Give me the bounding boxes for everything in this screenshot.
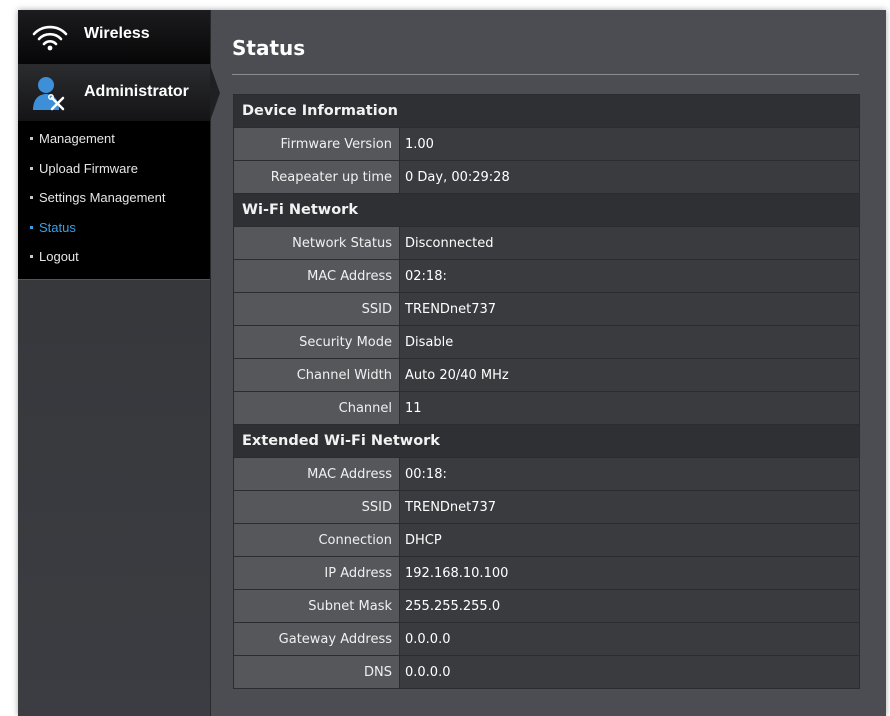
bullet: [30, 255, 33, 259]
nav-administrator-label: Administrator: [84, 83, 189, 100]
row-label: Reapeater up time: [233, 160, 400, 194]
table-row: MAC Address 00:18:: [233, 457, 860, 491]
row-value: Auto 20/40 MHz: [399, 358, 860, 392]
section-title: Wi-Fi Network: [233, 193, 860, 227]
bullet: [30, 225, 33, 229]
row-label: Firmware Version: [233, 127, 400, 161]
row-label: MAC Address: [233, 259, 400, 293]
row-value: DHCP: [399, 523, 860, 557]
row-value: 0.0.0.0: [399, 655, 860, 689]
row-label: Connection: [233, 523, 400, 557]
row-value: 02:18:: [399, 259, 860, 293]
bullet: [30, 166, 33, 170]
bullet: [30, 196, 33, 200]
row-value: Disable: [399, 325, 860, 359]
table-row: Connection DHCP: [233, 523, 860, 557]
nav-wireless-label: Wireless: [84, 25, 150, 42]
table-row: Gateway Address 0.0.0.0: [233, 622, 860, 656]
main-content: Status Device Information Firmware Versi…: [211, 10, 886, 716]
table-row: Network Status Disconnected: [233, 226, 860, 260]
row-value: 11: [399, 391, 860, 425]
row-value: 00:18:: [399, 457, 860, 491]
bullet: [30, 137, 33, 141]
row-value: 0 Day, 00:29:28: [399, 160, 860, 194]
row-label: Network Status: [233, 226, 400, 260]
row-label: SSID: [233, 490, 400, 524]
row-label: SSID: [233, 292, 400, 326]
submenu-label: Settings Management: [39, 190, 166, 205]
table-row: Subnet Mask 255.255.255.0: [233, 589, 860, 623]
status-table: Device Information Firmware Version 1.00…: [233, 94, 860, 689]
row-value: 192.168.10.100: [399, 556, 860, 590]
nav-wireless[interactable]: Wireless: [18, 10, 210, 65]
admin-user-icon: [33, 77, 65, 111]
table-row: Channel Width Auto 20/40 MHz: [233, 358, 860, 392]
table-row: MAC Address 02:18:: [233, 259, 860, 293]
section-title: Device Information: [233, 94, 860, 128]
submenu-label: Logout: [39, 249, 79, 264]
table-row: SSID TRENDnet737: [233, 292, 860, 326]
table-row: Firmware Version 1.00: [233, 127, 860, 161]
row-label: Subnet Mask: [233, 589, 400, 623]
submenu-management[interactable]: Management: [18, 124, 210, 154]
row-label: Security Mode: [233, 325, 400, 359]
admin-submenu: Management Upload Firmware Settings Mana…: [18, 124, 210, 272]
router-admin-window: Wireless Administrator Management Upload…: [18, 10, 886, 716]
table-row: SSID TRENDnet737: [233, 490, 860, 524]
nav-administrator[interactable]: Administrator: [18, 65, 220, 121]
row-label: Channel: [233, 391, 400, 425]
row-label: DNS: [233, 655, 400, 689]
row-value: TRENDnet737: [399, 490, 860, 524]
section-header-extended-wifi-network: Extended Wi-Fi Network: [233, 424, 860, 458]
row-label: Gateway Address: [233, 622, 400, 656]
row-label: Channel Width: [233, 358, 400, 392]
row-value: TRENDnet737: [399, 292, 860, 326]
sidebar: Wireless Administrator Management Upload…: [18, 10, 220, 716]
row-label: IP Address: [233, 556, 400, 590]
row-value: 1.00: [399, 127, 860, 161]
table-row: Security Mode Disable: [233, 325, 860, 359]
wifi-icon: [32, 25, 68, 51]
submenu-label: Upload Firmware: [39, 160, 138, 176]
table-row: IP Address 192.168.10.100: [233, 556, 860, 590]
section-title: Extended Wi-Fi Network: [233, 424, 860, 458]
title-divider: [232, 74, 859, 75]
submenu-upload-firmware[interactable]: Upload Firmware: [18, 154, 210, 184]
section-header-wifi-network: Wi-Fi Network: [233, 193, 860, 227]
row-value: 0.0.0.0: [399, 622, 860, 656]
section-header-device-information: Device Information: [233, 94, 860, 128]
submenu-label: Management: [39, 131, 115, 146]
submenu-logout[interactable]: Logout: [18, 242, 210, 272]
row-label: MAC Address: [233, 457, 400, 491]
page-title: Status: [232, 36, 306, 60]
submenu-label: Status: [39, 219, 76, 235]
table-row: Channel 11: [233, 391, 860, 425]
submenu-status[interactable]: Status: [18, 213, 210, 243]
table-row: Reapeater up time 0 Day, 00:29:28: [233, 160, 860, 194]
table-row: DNS 0.0.0.0: [233, 655, 860, 689]
sidebar-menu-panel: Wireless Administrator Management Upload…: [18, 10, 220, 280]
submenu-settings-management[interactable]: Settings Management: [18, 183, 210, 213]
row-value: Disconnected: [399, 226, 860, 260]
row-value: 255.255.255.0: [399, 589, 860, 623]
